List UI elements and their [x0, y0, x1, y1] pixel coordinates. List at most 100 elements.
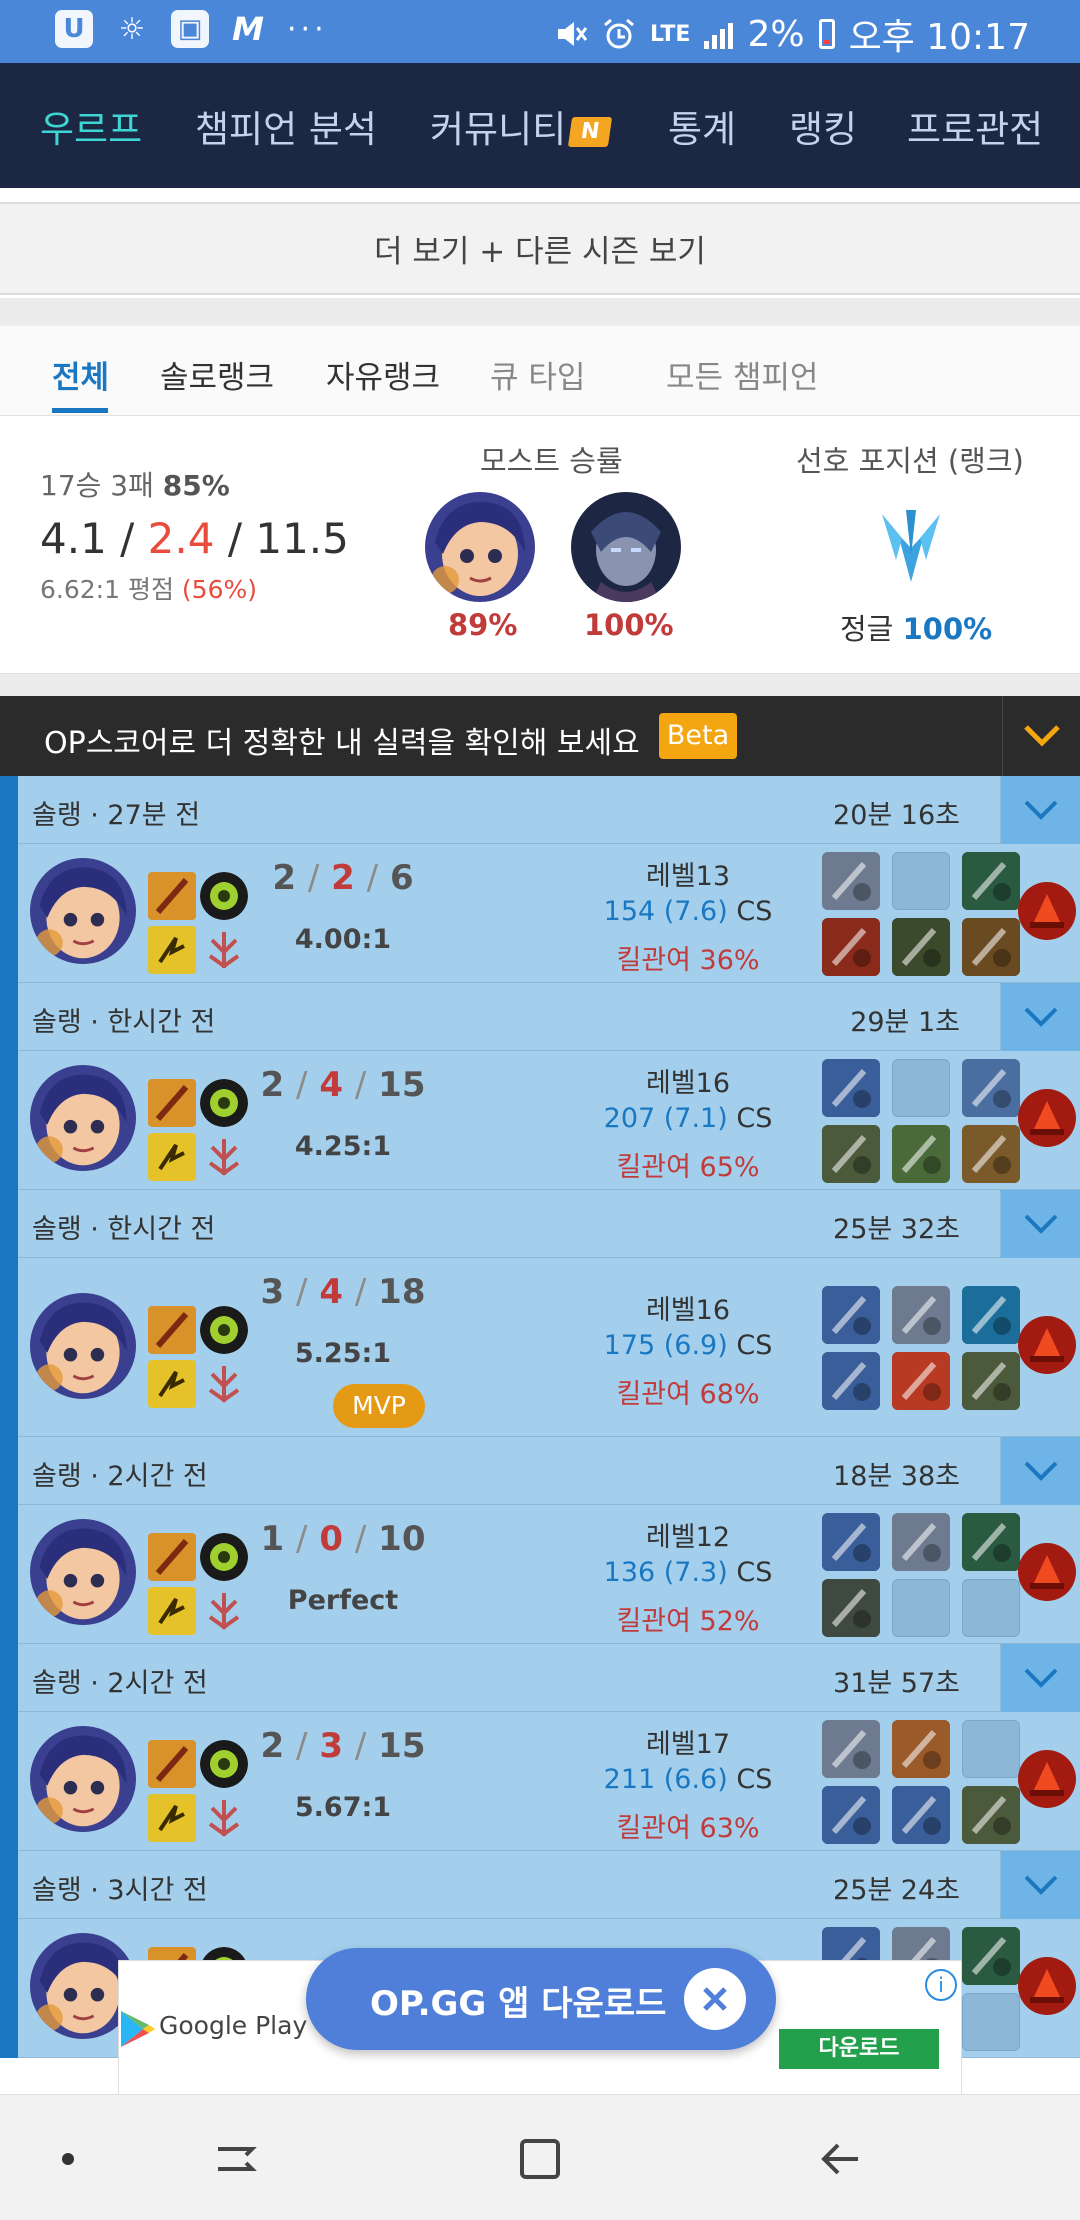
- queue-type-select[interactable]: 큐 타입: [490, 352, 585, 397]
- item-slot[interactable]: [822, 1786, 880, 1844]
- chevron-down-icon: [1023, 725, 1060, 747]
- trinket-ward[interactable]: [1018, 1089, 1076, 1147]
- summoner-spell-smite[interactable]: [148, 1740, 196, 1788]
- nav-urf[interactable]: 우르프: [40, 99, 142, 153]
- summoner-spell-smite[interactable]: [148, 872, 196, 920]
- champion-portrait-armored[interactable]: [571, 492, 681, 602]
- ad-download-button[interactable]: 다운로드: [779, 2029, 939, 2069]
- item-slot[interactable]: [892, 1579, 950, 1637]
- champion-portrait[interactable]: [30, 1293, 136, 1399]
- item-slot[interactable]: [962, 1786, 1020, 1844]
- champion-portrait[interactable]: [30, 858, 136, 964]
- item-slot[interactable]: [962, 1513, 1020, 1571]
- item-slot[interactable]: [822, 852, 880, 910]
- summoner-spell-flash[interactable]: [148, 1360, 196, 1408]
- item-slot[interactable]: [892, 1720, 950, 1778]
- item-slot[interactable]: [962, 1125, 1020, 1183]
- nav-community-label: 커뮤니티: [430, 108, 567, 151]
- item-slot[interactable]: [892, 1786, 950, 1844]
- champion-select[interactable]: 모든 챔피언: [666, 352, 818, 397]
- nav-stats[interactable]: 통계: [668, 99, 736, 153]
- champion-portrait[interactable]: [30, 1726, 136, 1832]
- item-slot[interactable]: [962, 918, 1020, 976]
- trinket-ward[interactable]: [1018, 1543, 1076, 1601]
- match-expand-button[interactable]: [1000, 1644, 1080, 1712]
- champion-portrait-girl[interactable]: [425, 492, 535, 602]
- item-slot[interactable]: [822, 1286, 880, 1344]
- op-score-toggle[interactable]: [1002, 696, 1080, 776]
- summoner-spell-smite[interactable]: [148, 1306, 196, 1354]
- tab-all[interactable]: 전체: [52, 352, 109, 397]
- champion-portrait[interactable]: [30, 1519, 136, 1625]
- item-slot[interactable]: [822, 1579, 880, 1637]
- item-slot[interactable]: [892, 1513, 950, 1571]
- match-header: 솔랭 · 27분 전20분 16초승리: [18, 776, 1080, 844]
- op-score-banner[interactable]: OP스코어로 더 정확한 내 실력을 확인해 보세요 Beta: [0, 696, 1080, 776]
- champion-portrait[interactable]: [30, 1065, 136, 1171]
- match-row[interactable]: 솔랭 · 27분 전20분 16초승리2 / 2 / 64.00:1레벨1315…: [0, 776, 1080, 983]
- item-slot[interactable]: [962, 1579, 1020, 1637]
- summoner-spell-smite[interactable]: [148, 1533, 196, 1581]
- nav-ranking[interactable]: 랭킹: [789, 99, 857, 153]
- keystone-rune[interactable]: [200, 1079, 248, 1127]
- keystone-rune[interactable]: [200, 872, 248, 920]
- match-expand-button[interactable]: [1000, 776, 1080, 844]
- item-slot[interactable]: [822, 918, 880, 976]
- item-slot[interactable]: [822, 1125, 880, 1183]
- summoner-spell-flash[interactable]: [148, 1587, 196, 1635]
- app-download-pill[interactable]: OP.GG 앱 다운로드: [306, 1948, 776, 2050]
- nav-champion-analysis[interactable]: 챔피언 분석: [195, 99, 377, 153]
- home-icon[interactable]: [512, 2131, 568, 2187]
- item-slot[interactable]: [822, 1352, 880, 1410]
- item-slot[interactable]: [892, 918, 950, 976]
- item-slot[interactable]: [892, 1352, 950, 1410]
- keystone-rune[interactable]: [200, 1306, 248, 1354]
- trinket-ward[interactable]: [1018, 1957, 1076, 2015]
- trinket-ward[interactable]: [1018, 882, 1076, 940]
- recent-apps-icon[interactable]: [208, 2131, 264, 2187]
- item-slot[interactable]: [822, 1513, 880, 1571]
- match-row[interactable]: 솔랭 · 한시간 전29분 1초승리2 / 4 / 154.25:1레벨1620…: [0, 983, 1080, 1190]
- trinket-ward[interactable]: [1018, 1750, 1076, 1808]
- item-slot[interactable]: [962, 1059, 1020, 1117]
- keystone-rune[interactable]: [200, 1533, 248, 1581]
- nav-community[interactable]: 커뮤니티 N: [430, 99, 613, 153]
- match-expand-button[interactable]: [1000, 1851, 1080, 1919]
- item-slot[interactable]: [892, 852, 950, 910]
- match-expand-button[interactable]: [1000, 983, 1080, 1051]
- item-slot[interactable]: [962, 1352, 1020, 1410]
- item-slot[interactable]: [962, 1993, 1020, 2051]
- item-slot[interactable]: [962, 1286, 1020, 1344]
- champion-level: 레벨13: [645, 861, 731, 892]
- tab-flex-rank[interactable]: 자유랭크: [326, 352, 440, 397]
- summoner-spell-flash[interactable]: [148, 1133, 196, 1181]
- match-row[interactable]: 솔랭 · 2시간 전31분 57초승리2 / 3 / 155.67:1레벨172…: [0, 1644, 1080, 1851]
- match-expand-button[interactable]: [1000, 1437, 1080, 1505]
- back-icon[interactable]: [814, 2131, 870, 2187]
- kda-ratio: 4.25:1: [294, 1131, 392, 1162]
- kill-participation: 킬관여 68%: [616, 1379, 760, 1410]
- summoner-spell-flash[interactable]: [148, 926, 196, 974]
- summoner-spell-smite[interactable]: [148, 1079, 196, 1127]
- ad-info-icon[interactable]: i: [925, 1969, 957, 2001]
- match-expand-button[interactable]: [1000, 1190, 1080, 1258]
- close-download-button[interactable]: [684, 1968, 746, 2030]
- item-slot[interactable]: [962, 1927, 1020, 1985]
- keystone-rune[interactable]: [200, 1740, 248, 1788]
- tab-solo-rank[interactable]: 솔로랭크: [160, 352, 274, 397]
- item-slot[interactable]: [962, 852, 1020, 910]
- item-slot[interactable]: [892, 1125, 950, 1183]
- nav-pro-spectate[interactable]: 프로관전: [907, 99, 1043, 153]
- match-row[interactable]: 솔랭 · 2시간 전18분 38초승리1 / 0 / 10Perfect레벨12…: [0, 1437, 1080, 1644]
- item-slot[interactable]: [892, 1286, 950, 1344]
- more-seasons-button[interactable]: 더 보기 + 다른 시즌 보기: [0, 202, 1080, 295]
- dot-icon[interactable]: [40, 2131, 96, 2187]
- match-body: 2 / 3 / 15 5.67:1 레벨17 211 (6.6) CS 킬관여 63%: [18, 1712, 1080, 1851]
- item-slot[interactable]: [962, 1720, 1020, 1778]
- summoner-spell-flash[interactable]: [148, 1794, 196, 1842]
- trinket-ward[interactable]: [1018, 1316, 1076, 1374]
- item-slot[interactable]: [822, 1720, 880, 1778]
- item-slot[interactable]: [822, 1059, 880, 1117]
- item-slot[interactable]: [892, 1059, 950, 1117]
- match-row[interactable]: 솔랭 · 한시간 전25분 32초승리3 / 4 / 185.25:1MVP레벨…: [0, 1190, 1080, 1437]
